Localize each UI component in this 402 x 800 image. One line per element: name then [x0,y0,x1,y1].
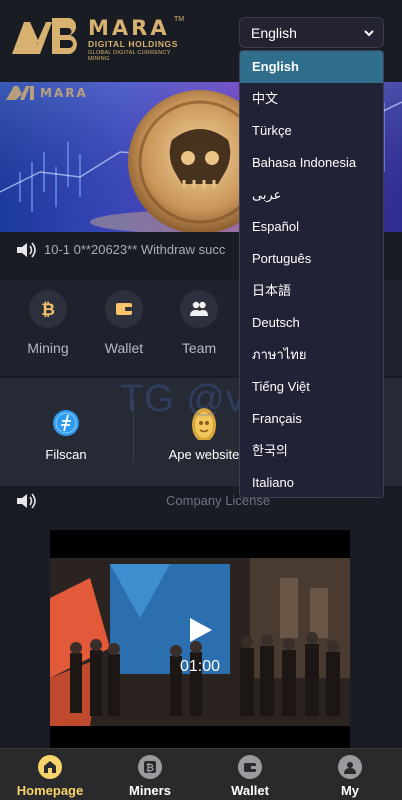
filecoin-icon [53,410,79,436]
mining-icon-circle: ₿ [29,290,67,328]
quick-item-wallet[interactable]: Wallet [89,290,159,370]
nav-my[interactable]: My [300,749,400,800]
nav-homepage[interactable]: Homepage [0,749,100,800]
bitcoin-icon: ₿ [41,300,55,319]
nav-wallet[interactable]: Wallet [200,749,300,800]
quick-item-label: Mining [27,340,69,356]
quick-item-label: Wallet [104,340,144,356]
home-icon [38,755,62,779]
user-icon [338,755,362,779]
quick-item-team[interactable]: Team [164,290,234,370]
team-icon [190,301,208,316]
nav-label: Miners [129,783,171,798]
miner-icon: ₿ [138,755,162,779]
nav-label: Homepage [16,783,84,798]
language-option-japanese[interactable]: 日本語 [240,275,383,307]
link-filscan[interactable]: Filscan [11,400,121,470]
language-option-portuguese[interactable]: Português [240,243,383,275]
nav-label: Wallet [231,783,269,798]
quick-item-label: Team [181,340,217,356]
chevron-down-icon [364,30,374,37]
language-option-thai[interactable]: ภาษาไทย [240,339,383,371]
logo: MARA TM DIGITAL HOLDINGS GLOBAL DIGITAL … [10,14,190,62]
wallet-icon [238,755,262,779]
play-icon[interactable] [186,616,214,644]
nav-miners[interactable]: ₿ Miners [100,749,200,800]
wallet-icon-circle [105,290,143,328]
brand-name: MARA [88,16,170,40]
language-option-arabic[interactable]: عربى [240,179,383,211]
nav-label: My [340,783,360,798]
mara-logo-icon [12,18,77,54]
brand-subtitle: DIGITAL HOLDINGS [88,39,179,49]
speaker-icon [17,493,36,509]
team-icon-circle [180,290,218,328]
video-player[interactable]: 01:00 [50,530,350,748]
language-option-indonesian[interactable]: Bahasa Indonesia [240,147,383,179]
language-option-french[interactable]: Français [240,403,383,435]
language-option-korean[interactable]: 한국의 [240,435,383,467]
link-label: Filscan [45,447,87,462]
bottom-nav: Homepage ₿ Miners Wallet My [0,748,402,800]
language-option-turkish[interactable]: Türkçe [240,115,383,147]
svg-text:₿: ₿ [41,300,55,319]
svg-text:₿: ₿ [146,762,154,774]
language-select[interactable]: English [239,17,384,48]
video-duration: 01:00 [179,658,221,675]
quick-item-mining[interactable]: ₿ Mining [13,290,83,370]
brand-tagline: GLOBAL DIGITAL CURRENCY MINING [88,50,171,62]
language-option-german[interactable]: Deutsch [240,307,383,339]
speaker-icon [17,242,36,258]
notice-text: 10-1 0**20623** Withdraw succ [44,242,226,257]
language-option-vietnamese[interactable]: Tiếng Việt [240,371,383,403]
language-option-spanish[interactable]: Español [240,211,383,243]
language-option-english[interactable]: English [240,51,383,83]
language-option-chinese[interactable]: 中文 [240,83,383,115]
language-option-italian[interactable]: Italiano [240,467,383,497]
svg-text:MARA: MARA [40,86,88,100]
brand-trademark: TM [174,16,185,23]
language-dropdown: English 中文 Türkçe Bahasa Indonesia عربى … [239,50,384,498]
wallet-icon [116,303,132,315]
language-select-value: English [251,25,297,41]
